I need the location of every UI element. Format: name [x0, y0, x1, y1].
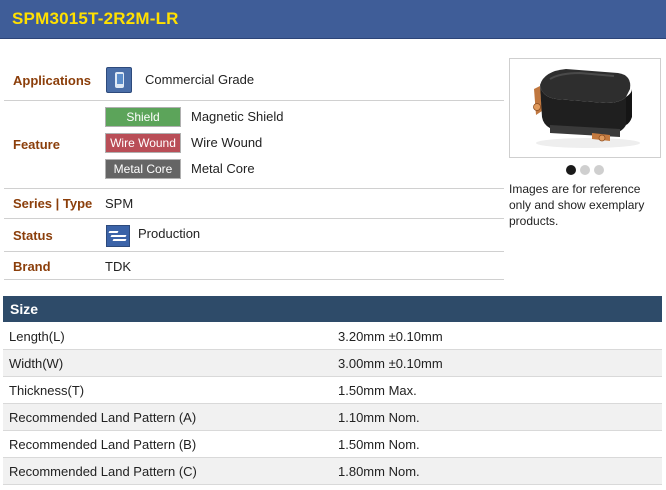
size-param-name: Length(L)	[9, 329, 65, 344]
size-param-name: Thickness(T)	[9, 383, 85, 398]
product-image[interactable]	[509, 58, 661, 158]
table-row: Recommended Land Pattern (A) 1.10mm Nom.	[3, 404, 662, 431]
size-section-header: Size	[3, 296, 662, 322]
status-row: Status Production	[4, 218, 504, 252]
size-param-name: Recommended Land Pattern (A)	[9, 410, 197, 425]
feature-row: Feature Shield Magnetic Shield Wire Woun…	[4, 100, 504, 189]
series-label: Series | Type	[13, 196, 93, 211]
shield-badge: Shield	[105, 107, 181, 127]
brand-value: TDK	[105, 259, 131, 274]
table-row: Thickness(T) 1.50mm Max.	[3, 377, 662, 404]
series-value: SPM	[105, 196, 134, 211]
table-row: Length(L) 3.20mm ±0.10mm	[3, 323, 662, 350]
size-param-value: 1.10mm Nom.	[338, 410, 420, 425]
size-param-name: Recommended Land Pattern (B)	[9, 437, 197, 452]
table-row: Width(W) 3.00mm ±0.10mm	[3, 350, 662, 377]
feature-wire-text: Wire Wound	[191, 135, 263, 150]
table-row: Recommended Land Pattern (B) 1.50mm Nom.	[3, 431, 662, 458]
part-number-title: SPM3015T-2R2M-LR	[12, 9, 179, 28]
brand-row: Brand TDK	[4, 251, 504, 280]
brand-label: Brand	[13, 259, 51, 274]
table-row: Recommended Land Pattern (C) 1.80mm Nom.	[3, 458, 662, 485]
metal-core-badge: Metal Core	[105, 159, 181, 179]
carousel-dot-1[interactable]	[566, 165, 576, 175]
size-param-name: Recommended Land Pattern (C)	[9, 464, 197, 479]
carousel-dot-3[interactable]	[594, 165, 604, 175]
size-param-value: 1.50mm Nom.	[338, 437, 420, 452]
series-row: Series | Type SPM	[4, 188, 504, 219]
image-disclaimer: Images are for reference only and show e…	[509, 182, 645, 228]
size-param-value: 3.20mm ±0.10mm	[338, 329, 443, 344]
size-param-value: 1.50mm Max.	[338, 383, 417, 398]
mobile-phone-icon	[106, 67, 132, 93]
inductor-image	[533, 69, 640, 148]
feature-metal-text: Metal Core	[191, 161, 255, 176]
status-value: Production	[138, 226, 201, 241]
size-param-value: 3.00mm ±0.10mm	[338, 356, 443, 371]
feature-shield-text: Magnetic Shield	[191, 109, 284, 124]
page-header: SPM3015T-2R2M-LR	[0, 0, 666, 39]
feature-label: Feature	[13, 137, 60, 152]
applications-row: Applications Commercial Grade	[4, 58, 504, 101]
applications-label: Applications	[13, 73, 92, 88]
status-label: Status	[13, 228, 53, 243]
size-param-value: 1.80mm Nom.	[338, 464, 420, 479]
size-section-title: Size	[10, 301, 39, 317]
production-status-icon	[106, 225, 130, 247]
carousel-dot-2[interactable]	[580, 165, 590, 175]
applications-value: Commercial Grade	[145, 72, 255, 87]
wire-wound-badge: Wire Wound	[105, 133, 181, 153]
size-param-name: Width(W)	[9, 356, 64, 371]
